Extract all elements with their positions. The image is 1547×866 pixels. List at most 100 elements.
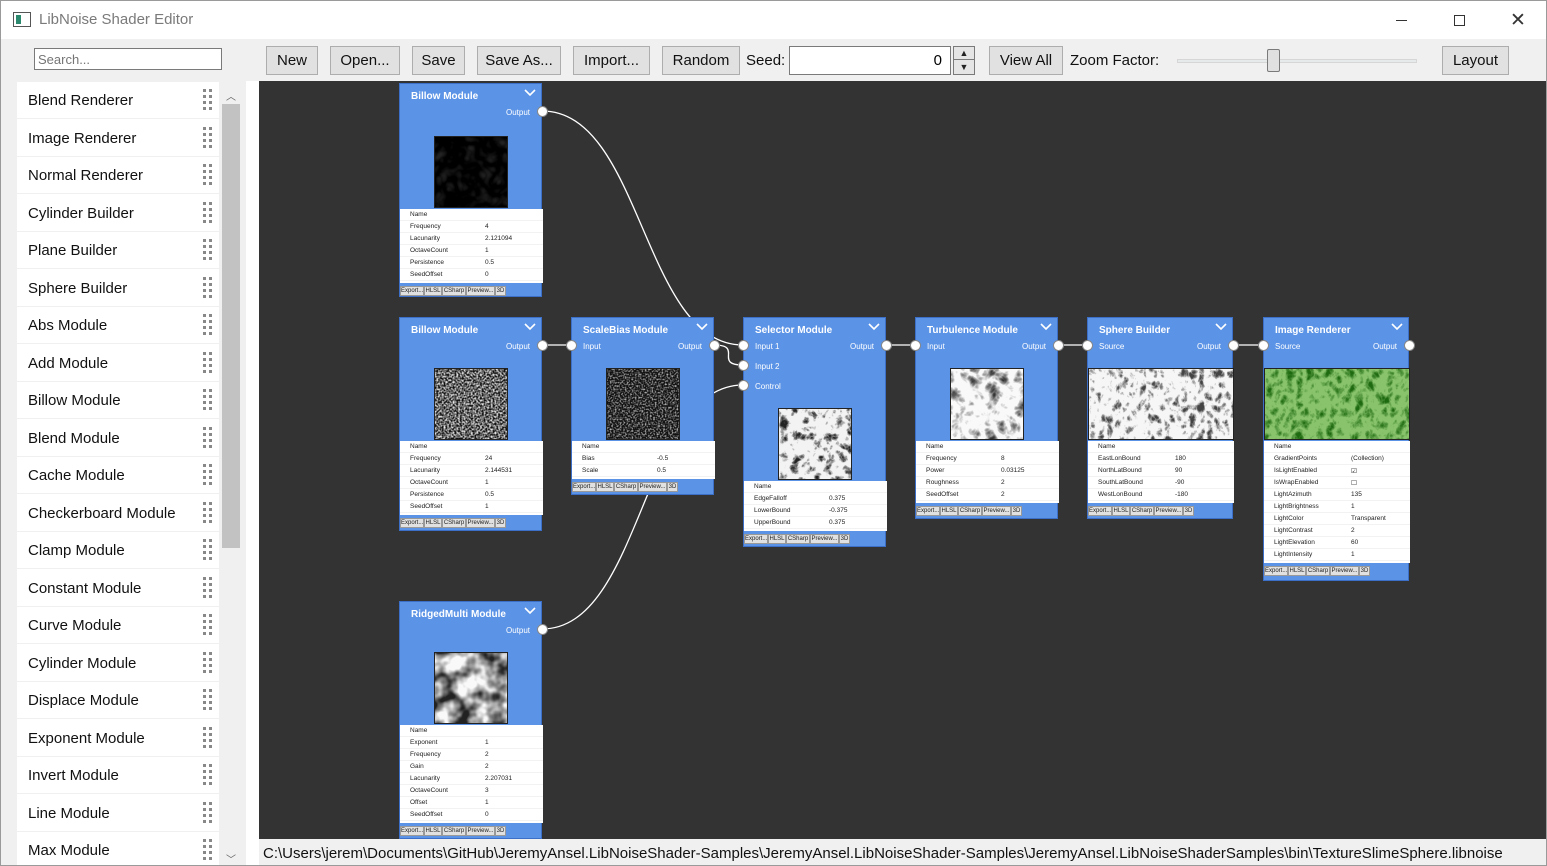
property-value[interactable]: 2 xyxy=(485,763,489,770)
export-button[interactable]: Export... xyxy=(572,482,596,492)
property-row[interactable]: LightElevation 60 xyxy=(1264,537,1410,549)
property-row[interactable]: Name xyxy=(916,441,1059,453)
drag-handle-icon[interactable] xyxy=(203,464,212,486)
property-value[interactable]: 1 xyxy=(485,479,489,486)
preview-button[interactable]: Preview... xyxy=(466,826,495,836)
property-row[interactable]: Frequency 24 xyxy=(400,453,543,465)
drag-handle-icon[interactable] xyxy=(203,164,212,186)
property-value[interactable]: 4 xyxy=(485,223,489,230)
graph-node[interactable]: Sphere Builder Output Source Name EastLonBou… xyxy=(1087,317,1234,519)
export-button[interactable]: Export... xyxy=(916,506,940,516)
property-value[interactable]: 0.03125 xyxy=(1001,467,1025,474)
scroll-down-icon[interactable]: ﹀ xyxy=(226,851,236,865)
3d-button[interactable]: 3D xyxy=(667,482,678,492)
module-list-item[interactable]: Billow Module xyxy=(17,382,219,419)
property-value[interactable]: Transparent xyxy=(1351,515,1386,522)
export-button[interactable]: Export... xyxy=(400,286,424,296)
save-as-button[interactable]: Save As... xyxy=(477,46,561,75)
property-row[interactable]: Name xyxy=(400,209,543,221)
hlsl-button[interactable]: HLSL xyxy=(596,482,614,492)
3d-button[interactable]: 3D xyxy=(495,518,506,528)
property-row[interactable]: Persistence 0.5 xyxy=(400,257,543,269)
property-row[interactable]: WestLonBound -180 xyxy=(1088,489,1234,501)
graph-node[interactable]: Selector Module Output Input 1 Input 2 Contr… xyxy=(743,317,887,547)
chevron-down-icon[interactable] xyxy=(1215,321,1227,333)
new-button[interactable]: New xyxy=(266,46,318,75)
property-value[interactable]: 2 xyxy=(485,751,489,758)
preview-button[interactable]: Preview... xyxy=(466,286,495,296)
export-button[interactable]: Export... xyxy=(1264,566,1288,576)
module-list-item[interactable]: Displace Module xyxy=(17,682,219,719)
property-row[interactable]: SeedOffset 1 xyxy=(400,501,543,513)
property-row[interactable]: LightColor Transparent xyxy=(1264,513,1410,525)
property-row[interactable]: Persistence 0.5 xyxy=(400,489,543,501)
seed-spinner[interactable]: ▲ ▼ xyxy=(953,46,975,75)
input-port[interactable] xyxy=(738,360,749,371)
spin-up-icon[interactable]: ▲ xyxy=(954,47,974,60)
preview-button[interactable]: Preview... xyxy=(810,534,839,544)
input-port[interactable] xyxy=(738,340,749,351)
drag-handle-icon[interactable] xyxy=(203,614,212,636)
property-value[interactable]: -0.5 xyxy=(657,455,668,462)
layout-button[interactable]: Layout xyxy=(1442,46,1509,75)
node-property-grid[interactable]: Name Frequency 8 Power 0.03125 Roughness 2 Seed… xyxy=(916,441,1059,503)
node-property-grid[interactable]: Name EdgeFalloff 0.375 LowerBound -0.375 Uppe… xyxy=(744,481,887,531)
drag-handle-icon[interactable] xyxy=(203,239,212,261)
preview-button[interactable]: Preview... xyxy=(1330,566,1359,576)
3d-button[interactable]: 3D xyxy=(495,286,506,296)
csharp-button[interactable]: CSharp xyxy=(442,518,466,528)
property-value[interactable]: 2 xyxy=(1001,491,1005,498)
property-row[interactable]: SeedOffset 0 xyxy=(400,809,543,821)
output-port[interactable] xyxy=(537,624,548,635)
drag-handle-icon[interactable] xyxy=(203,764,212,786)
property-row[interactable]: Scale 0.5 xyxy=(572,465,715,477)
property-row[interactable]: LowerBound -0.375 xyxy=(744,505,887,517)
module-list-item[interactable]: Exponent Module xyxy=(17,720,219,757)
property-row[interactable]: Name xyxy=(744,481,887,493)
input-port[interactable] xyxy=(738,380,749,391)
property-value[interactable]: 2.121094 xyxy=(485,235,512,242)
drag-handle-icon[interactable] xyxy=(203,126,212,149)
property-row[interactable]: Name xyxy=(400,441,543,453)
input-port[interactable] xyxy=(566,340,577,351)
seed-input[interactable] xyxy=(789,46,951,75)
property-row[interactable]: SeedOffset 0 xyxy=(400,269,543,281)
node-property-grid[interactable]: Name GradientPoints (Collection) IsLightEna… xyxy=(1264,441,1410,563)
preview-button[interactable]: Preview... xyxy=(638,482,667,492)
property-value[interactable]: 60 xyxy=(1351,539,1358,546)
property-row[interactable]: OctaveCount 1 xyxy=(400,245,543,257)
module-list-item[interactable]: Checkerboard Module xyxy=(17,495,219,532)
import-button[interactable]: Import... xyxy=(573,46,650,75)
drag-handle-icon[interactable] xyxy=(203,89,212,111)
node-property-grid[interactable]: Name Frequency 24 Lacunarity 2.144531 OctaveC… xyxy=(400,441,543,515)
property-value[interactable]: (Collection) xyxy=(1351,455,1384,462)
module-list-item[interactable]: Image Renderer xyxy=(17,120,219,157)
module-list-item[interactable]: Blend Module xyxy=(17,420,219,457)
module-list-item[interactable]: Cache Module xyxy=(17,457,219,494)
drag-handle-icon[interactable] xyxy=(203,276,212,299)
scroll-up-icon[interactable]: ︿ xyxy=(226,88,236,103)
hlsl-button[interactable]: HLSL xyxy=(768,534,786,544)
drag-handle-icon[interactable] xyxy=(203,351,212,374)
module-list-item[interactable]: Add Module xyxy=(17,345,219,382)
drag-handle-icon[interactable] xyxy=(203,539,212,561)
property-value[interactable]: 0.5 xyxy=(657,467,666,474)
drag-handle-icon[interactable] xyxy=(203,689,212,711)
module-list-item[interactable]: Invert Module xyxy=(17,757,219,794)
search-input[interactable] xyxy=(34,48,222,70)
output-port[interactable] xyxy=(1404,340,1415,351)
hlsl-button[interactable]: HLSL xyxy=(1288,566,1306,576)
node-property-grid[interactable]: Name Exponent 1 Frequency 2 Gain 2 Lacunarity 2.… xyxy=(400,725,543,823)
preview-button[interactable]: Preview... xyxy=(982,506,1011,516)
property-row[interactable]: Roughness 2 xyxy=(916,477,1059,489)
output-port[interactable] xyxy=(537,106,548,117)
graph-node[interactable]: Billow Module Output Name Frequency 24 Lacuna… xyxy=(399,317,543,531)
property-value[interactable]: 0.375 xyxy=(829,519,845,526)
node-property-grid[interactable]: Name Frequency 4 Lacunarity 2.121094 OctaveCo… xyxy=(400,209,543,283)
drag-handle-icon[interactable] xyxy=(203,576,212,599)
property-value[interactable]: 0 xyxy=(485,271,489,278)
hlsl-button[interactable]: HLSL xyxy=(424,518,442,528)
property-value[interactable]: 1 xyxy=(485,247,489,254)
export-button[interactable]: Export... xyxy=(744,534,768,544)
drag-handle-icon[interactable] xyxy=(203,651,212,674)
